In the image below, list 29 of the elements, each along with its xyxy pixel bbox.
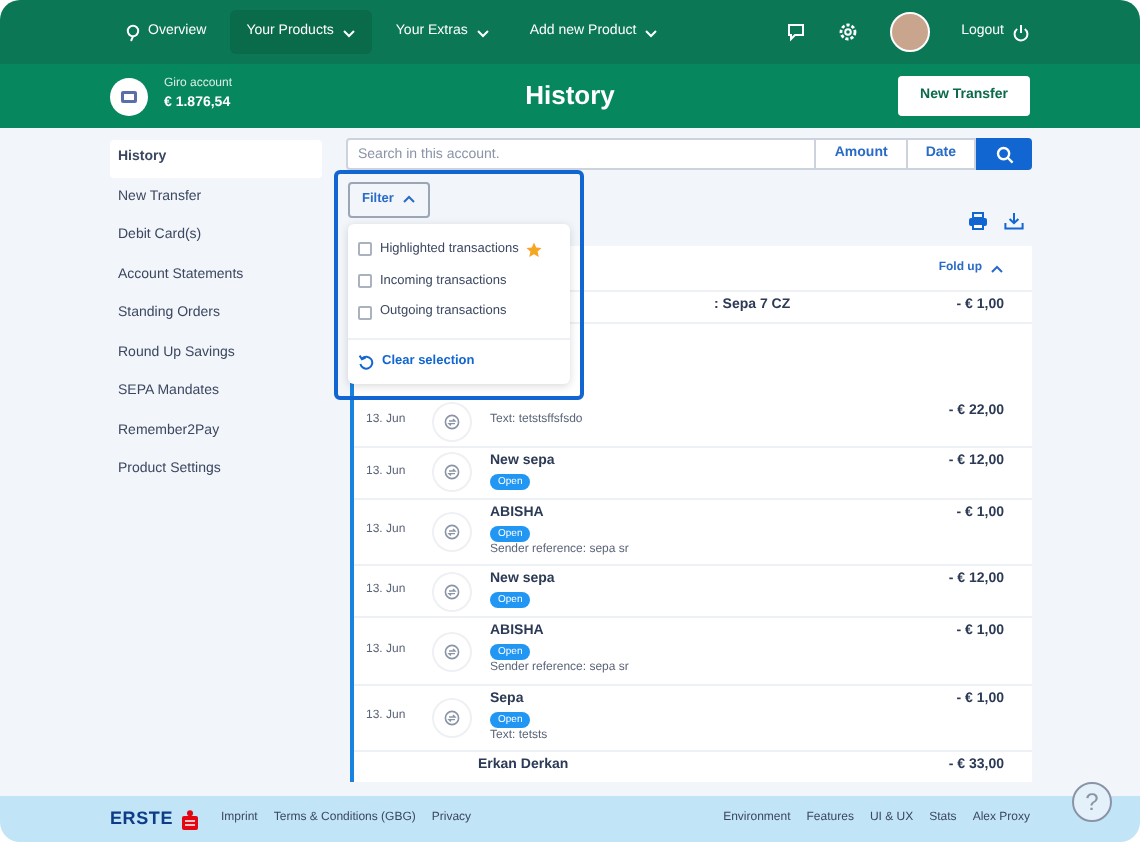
chevron-down-icon — [475, 27, 490, 37]
search-icon — [995, 145, 1013, 163]
settings-icon[interactable] — [837, 22, 858, 42]
transfer-icon — [444, 710, 460, 726]
chevron-down-icon — [341, 27, 356, 37]
chevron-up-icon — [990, 263, 1004, 273]
search-button[interactable] — [976, 138, 1032, 170]
checkbox[interactable] — [358, 242, 372, 257]
avatar[interactable] — [889, 12, 930, 52]
checkbox[interactable] — [358, 273, 372, 288]
checkbox[interactable] — [358, 305, 372, 320]
transfer-icon — [444, 643, 460, 659]
power-icon — [1012, 23, 1030, 41]
star-icon — [526, 241, 543, 258]
transfer-icon — [444, 413, 460, 430]
brand-logo: ERSTE — [110, 805, 174, 832]
chat-icon[interactable] — [785, 22, 806, 42]
undo-icon — [358, 353, 374, 370]
print-icon[interactable] — [968, 212, 988, 230]
logo-icon — [181, 809, 198, 829]
chevron-up-icon — [401, 194, 416, 205]
page-title: History — [523, 80, 617, 112]
location-pin-icon — [126, 23, 140, 41]
card-icon — [120, 89, 138, 103]
transfer-icon — [444, 524, 460, 540]
download-icon[interactable] — [1004, 212, 1024, 230]
transfer-icon — [444, 583, 460, 600]
chevron-down-icon — [644, 27, 659, 37]
transfer-icon — [444, 464, 460, 481]
